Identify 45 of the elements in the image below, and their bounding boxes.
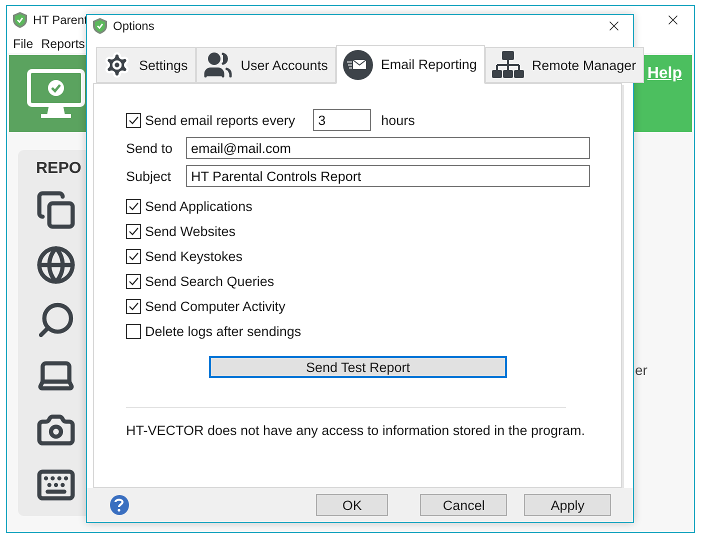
tab[interactable]: Settings	[96, 47, 196, 83]
unit-label: hours	[381, 112, 415, 128]
checkbox[interactable]	[126, 249, 141, 264]
help-icon[interactable]	[110, 495, 129, 515]
apply-button[interactable]: Apply	[524, 494, 611, 516]
checkbox-label[interactable]: Send email reports every	[145, 112, 296, 128]
hours-field[interactable]: 3	[313, 109, 372, 131]
cancel-button[interactable]: Cancel	[420, 494, 508, 516]
gears-icon	[103, 51, 131, 79]
search-icon[interactable]	[36, 300, 76, 340]
ok-button[interactable]: OK	[316, 494, 388, 516]
info-text: HT-VECTOR does not have any access to information stored in the program.	[126, 423, 586, 438]
tab[interactable]: Remote Manager	[484, 47, 644, 83]
send-test-button[interactable]: Send Test Report	[209, 356, 507, 378]
checkbox[interactable]	[126, 324, 141, 339]
label-text: er	[635, 362, 648, 378]
network-icon	[492, 51, 524, 79]
checkbox[interactable]	[126, 274, 141, 289]
globe-icon[interactable]	[36, 245, 76, 285]
checkbox[interactable]	[126, 299, 141, 314]
monitor-check-icon	[27, 68, 85, 118]
text-field[interactable]: HT Parental Controls Report	[186, 165, 590, 187]
checkbox-label[interactable]: Send Keystokes	[145, 249, 243, 264]
shield-icon	[13, 12, 27, 28]
field-label: Subject	[126, 168, 172, 184]
field-label: Send to	[126, 140, 174, 156]
envelope-icon	[342, 50, 373, 80]
windows-icon[interactable]	[36, 190, 76, 230]
menu-item[interactable]: File	[13, 36, 34, 50]
window-title: HT Parent	[33, 13, 88, 27]
tab[interactable]: User Accounts	[196, 47, 336, 83]
checkbox-label[interactable]: Send Applications	[145, 199, 252, 214]
checkbox-label[interactable]: Send Search Queries	[145, 274, 274, 289]
checkbox[interactable]	[126, 199, 141, 214]
checkbox[interactable]	[126, 224, 141, 239]
tab[interactable]: Email Reporting	[336, 45, 485, 84]
checkbox-label[interactable]: Send Computer Activity	[145, 299, 286, 314]
checkbox-label[interactable]: Send Websites	[145, 224, 236, 239]
checkbox-label[interactable]: Delete logs after sendings	[145, 324, 302, 339]
text-field[interactable]: email@mail.com	[186, 137, 590, 159]
dialog-title: Options	[113, 19, 154, 33]
users-icon	[202, 50, 233, 80]
menu-item[interactable]: Reports	[41, 36, 85, 50]
shield-icon	[93, 18, 107, 34]
checkbox[interactable]	[126, 112, 141, 128]
